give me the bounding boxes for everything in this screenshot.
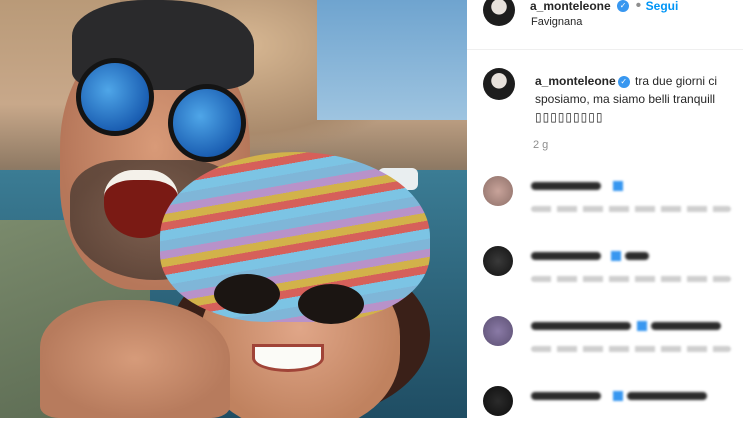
comment-row — [481, 176, 743, 216]
verified-badge-icon — [613, 181, 623, 191]
woman-smile — [252, 344, 324, 372]
comment-text — [531, 252, 601, 260]
comment-avatar[interactable] — [483, 176, 513, 206]
caption-block: a_monteleone ✓ tra due giorni ci sposiamo… — [535, 72, 735, 126]
woman-sunglasses-right — [298, 284, 364, 324]
man-sunglasses-left — [76, 58, 154, 136]
comment-text — [531, 182, 601, 190]
sky — [317, 0, 467, 120]
verified-badge-icon: ✓ — [617, 75, 630, 88]
comment-text — [531, 322, 631, 330]
verified-badge-icon: ✓ — [617, 0, 630, 12]
caption-username[interactable]: a_monteleone — [535, 74, 616, 88]
header-line: a_monteleone ✓ • Segui — [530, 0, 678, 15]
comment-row — [481, 316, 743, 356]
man-sunglasses-right — [168, 84, 246, 162]
comment-text — [627, 392, 707, 400]
comment-avatar[interactable] — [483, 316, 513, 346]
comment-meta — [531, 346, 731, 352]
verified-badge-icon — [613, 391, 623, 401]
verified-badge-icon — [637, 321, 647, 331]
comment-row — [481, 246, 743, 286]
caption-age[interactable]: 2 g — [533, 139, 548, 151]
location-link[interactable]: Favignana — [531, 16, 582, 28]
post-photo[interactable] — [0, 0, 467, 418]
comment-text — [651, 322, 721, 330]
header-separator: • — [635, 0, 642, 14]
header-divider — [467, 49, 743, 50]
comment-meta — [531, 276, 731, 282]
crochet-hat — [160, 152, 430, 322]
comment-meta — [531, 206, 731, 212]
comment-row — [481, 386, 743, 426]
woman-sunglasses-left — [214, 274, 280, 314]
hand-gesture — [40, 300, 230, 418]
caption-emojis: ▯▯▯▯▯▯▯▯▯ — [535, 110, 604, 124]
follow-button[interactable]: Segui — [646, 0, 679, 13]
comment-text — [531, 392, 601, 400]
caption-avatar[interactable] — [483, 68, 515, 100]
comment-text — [625, 252, 649, 260]
post-side-panel: a_monteleone ✓ • Segui Favignana a_monte… — [467, 0, 743, 418]
header-username[interactable]: a_monteleone — [530, 0, 611, 13]
comment-avatar[interactable] — [483, 246, 513, 276]
comment-avatar[interactable] — [483, 386, 513, 416]
header-avatar[interactable] — [483, 0, 515, 26]
verified-badge-icon — [611, 251, 621, 261]
